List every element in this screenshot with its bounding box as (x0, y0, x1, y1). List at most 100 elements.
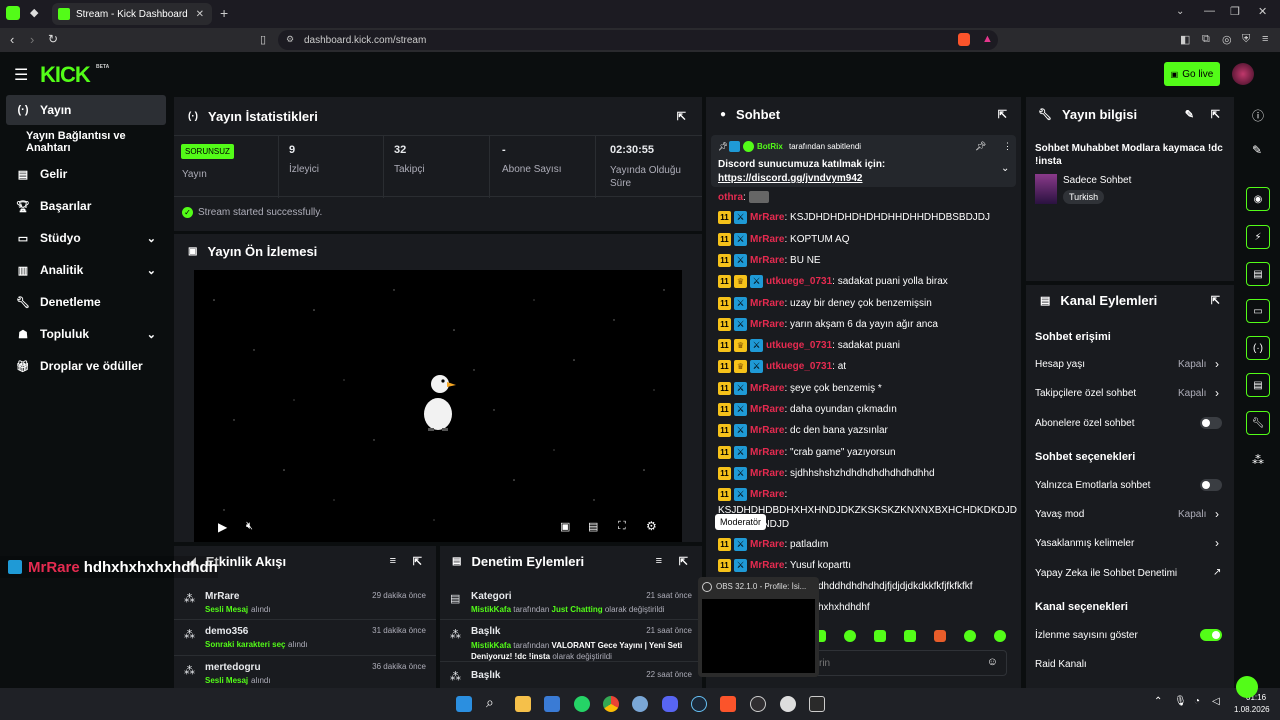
more-icon[interactable]: ⋮ (1003, 141, 1012, 152)
brave-rewards-icon[interactable]: ▲ (982, 33, 993, 45)
pip-icon[interactable]: ▣ (560, 520, 570, 533)
list-item[interactable]: 11 ♛ ⚔ utkuege_0731: at (718, 360, 846, 373)
sidebar-item-yayin[interactable]: (·) Yayın (6, 95, 166, 125)
kick-logo[interactable]: KICK (40, 62, 91, 88)
pinned-link[interactable]: https://discord.gg/jvndvym942 (718, 173, 862, 184)
chat-username[interactable]: MrRare (750, 383, 784, 394)
emote-icon[interactable] (874, 630, 886, 642)
list-item[interactable]: ⁂ demo356 31 dakika önce Sonraki karakte… (174, 620, 436, 656)
vpn-icon[interactable]: ⛨ (1242, 33, 1250, 46)
list-item[interactable]: 11 ⚔ MrRare : patladım (718, 538, 828, 551)
chat-username[interactable]: MrRare (750, 489, 784, 500)
tray-chevron-icon[interactable]: ⌃ (1154, 696, 1162, 707)
subs-only-toggle[interactable] (1200, 417, 1222, 429)
chat-username[interactable]: utkuege_0731 (766, 340, 832, 351)
tab-close-icon[interactable]: ✕ (196, 9, 204, 20)
chat-username[interactable]: MrRare (750, 447, 784, 458)
file-explorer-icon[interactable] (515, 696, 531, 712)
list-item[interactable]: 11 ♛ ⚔ utkuege_0731: sadakat puani yolla bi… (718, 275, 948, 288)
address-bar[interactable]: ⚙ dashboard.kick.com/stream (278, 30, 998, 50)
sidebar-item-analitik[interactable]: ▥ Analitik ⌄ (6, 255, 166, 285)
chat-username[interactable]: MrRare (750, 468, 784, 479)
go-live-button[interactable]: ▣ Go live (1164, 62, 1220, 86)
rail-community-icon[interactable]: ⁂ (1252, 453, 1264, 467)
sidebar-toggle-icon[interactable]: ◧ (1180, 33, 1190, 46)
sidebar-item-gelir[interactable]: ▤ Gelir (6, 159, 166, 189)
new-tab-icon[interactable]: + (220, 5, 228, 21)
menu-icon[interactable]: ≡ (1262, 33, 1268, 45)
rail-broadcast-icon[interactable]: (·) (1246, 336, 1270, 360)
list-item[interactable]: 11 ⚔ MrRare: uzay bir deney çok benzemişsi… (718, 297, 932, 310)
chat-username[interactable]: othra (718, 192, 743, 203)
expand-icon[interactable]: ⇱ (998, 108, 1007, 121)
list-item[interactable]: ▤ Kategori 21 saat önce MistikKafa taraf… (440, 584, 702, 620)
filter-icon[interactable]: ≡ (390, 555, 396, 567)
list-item[interactable]: 11 ⚔ MrRare: dc den bana yazsınlar (718, 424, 888, 437)
rail-camera-icon[interactable]: ◉ (1246, 187, 1270, 211)
list-item[interactable]: 11 ⚔ MrRare: yarın akşam 6 da yayın ağır a… (718, 318, 938, 331)
minimize-icon[interactable]: — (1204, 5, 1215, 17)
list-item[interactable]: 11 ⚔ MrRare: BU NE (718, 254, 821, 267)
pinned-message[interactable]: 📌︎ BotRix tarafından sabitlendi 📌︎ ⋮ Dis… (711, 135, 1016, 187)
expand-icon[interactable]: ⇱ (413, 555, 422, 568)
chat-input[interactable]: rin ☺ (812, 650, 1007, 676)
fullscreen-icon[interactable]: ⛶ (618, 520, 626, 533)
edit-icon[interactable]: ✎ (1185, 108, 1194, 121)
window-close-icon[interactable]: ✕ (1258, 5, 1267, 18)
play-icon[interactable]: ▶ (218, 520, 227, 534)
epic-games-icon[interactable] (809, 696, 825, 712)
steam-icon[interactable] (691, 696, 707, 712)
emoji-icon[interactable]: ☺ (987, 656, 998, 668)
wifi-icon[interactable]: ◔ (1194, 696, 1200, 707)
rail-actions-icon[interactable]: ▤ (1246, 373, 1270, 397)
sidebar-item-basarilar[interactable]: 🏆︎ Başarılar (6, 191, 166, 221)
expand-icon[interactable]: ⇱ (1211, 294, 1220, 307)
chat-username[interactable]: utkuege_0731 (766, 276, 832, 287)
browser-tab[interactable]: Stream - Kick Dashboard ✕ (52, 3, 212, 25)
chat-username[interactable]: MrRare (750, 255, 784, 266)
sidebar-item-studyo[interactable]: ▭ Stüdyo ⌄ (6, 223, 166, 253)
sidebar-item-stream-key[interactable]: Yayın Bağlantısı ve Anahtarı (26, 127, 171, 157)
list-item[interactable]: 11 ⚔ MrRare: (718, 488, 787, 501)
reload-icon[interactable]: ↻ (48, 32, 58, 46)
list-item[interactable]: 11 ⚔ MrRare: "crab game" yazıyorsun (718, 446, 896, 459)
tab-list-icon[interactable]: ◆ (30, 6, 38, 19)
expand-icon[interactable]: ⇱ (677, 110, 686, 123)
back-icon[interactable]: ‹ (10, 32, 14, 47)
chevron-down-icon[interactable]: ⌄ (1001, 163, 1009, 174)
wallet-icon[interactable]: ◎ (1222, 33, 1232, 46)
notification-icon[interactable] (1236, 676, 1258, 698)
volume-icon[interactable]: ◁ (1212, 696, 1220, 707)
sidebar-item-droplar[interactable]: 🎁︎ Droplar ve ödüller (6, 351, 166, 381)
mute-icon[interactable]: 🔇︎ (246, 520, 253, 533)
edit-icon[interactable]: ✎ (1252, 143, 1262, 157)
mic-icon[interactable]: 🎙︎ (1174, 696, 1187, 707)
info-icon[interactable]: ⓘ (1252, 107, 1264, 124)
chrome-icon[interactable] (603, 696, 619, 712)
list-item[interactable]: 11 ⚔ MrRare: şeye çok benzemiş * (718, 382, 882, 395)
chat-username[interactable]: MrRare (750, 425, 784, 436)
list-item[interactable]: 11 ⚔ MrRare: sjdhhshshzhdhdhdhdhdhdhdhhd (718, 467, 935, 480)
list-item[interactable]: 11 ⚔ MrRare : Yusuf koparttı (718, 559, 851, 572)
stream-preview-video[interactable]: ▶ 🔇︎ ▣ ▤ ⛶ ⚙ (194, 270, 682, 542)
site-info-icon[interactable]: ⚙ (286, 34, 294, 45)
emote-icon[interactable] (934, 630, 946, 642)
emote-only-toggle[interactable] (1200, 479, 1222, 491)
emote-icon[interactable] (964, 630, 976, 642)
list-item[interactable]: 11 ⚔ MrRare: KSJDHDHDHDHDHDHHDHHDHDBSBDJDJ (718, 211, 990, 224)
hamburger-icon[interactable]: ☰ (14, 65, 28, 85)
maximize-icon[interactable]: ❐ (1230, 5, 1240, 18)
list-item[interactable]: 11 ♛ ⚔ utkuege_0731: sadakat puani (718, 339, 900, 352)
rail-lightning-icon[interactable]: ⚡︎ (1246, 225, 1270, 249)
chat-username[interactable]: MrRare (750, 560, 784, 571)
browser-app-icon[interactable] (6, 6, 20, 20)
chat-username[interactable]: MrRare (750, 404, 784, 415)
filter-icon[interactable]: ≡ (656, 555, 662, 567)
forward-icon[interactable]: › (30, 32, 34, 47)
settings-gear-icon[interactable]: ⚙ (646, 519, 657, 533)
obs-taskbar-icon[interactable] (750, 696, 766, 712)
chat-username[interactable]: MrRare (750, 319, 784, 330)
store-icon[interactable] (544, 696, 560, 712)
expand-icon[interactable]: ⇱ (1211, 108, 1220, 121)
unpin-icon[interactable]: 📌︎ (975, 141, 986, 152)
